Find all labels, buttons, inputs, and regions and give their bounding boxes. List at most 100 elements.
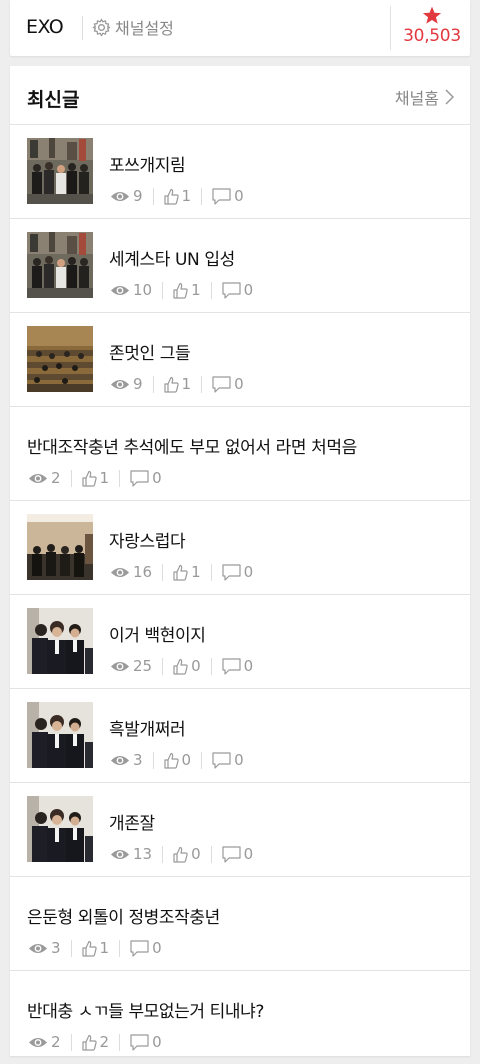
post-stats: 2 1 0	[28, 469, 162, 487]
post-stats: 3 0 0	[110, 751, 244, 769]
post-title[interactable]: 자랑스럽다	[109, 527, 186, 552]
view-count: 16	[110, 563, 152, 581]
view-count: 3	[28, 939, 61, 957]
stat-divider	[201, 187, 203, 205]
comment-count-value: 0	[243, 657, 254, 675]
comment-count-value: 0	[243, 281, 254, 299]
post-title[interactable]: 존멋인 그들	[109, 339, 191, 364]
comment-icon	[222, 563, 241, 581]
post-title[interactable]: 이거 백현이지	[109, 621, 206, 646]
thumbs-up-icon	[163, 188, 179, 205]
comment-count-value: 0	[234, 187, 244, 205]
eye-icon	[111, 755, 129, 765]
view-count-value: 2	[51, 469, 61, 487]
comment-count: 0	[212, 375, 244, 393]
comment-count: 0	[130, 469, 162, 487]
view-count-value: 9	[133, 187, 143, 205]
star-icon	[422, 6, 442, 24]
like-count: 1	[81, 939, 109, 957]
view-count: 3	[110, 751, 143, 769]
like-count-value: 1	[181, 375, 192, 393]
like-count: 0	[173, 657, 201, 675]
stat-divider	[162, 563, 164, 581]
stat-divider	[210, 281, 212, 299]
like-count-value: 1	[191, 563, 201, 581]
view-count: 13	[110, 845, 152, 863]
comment-icon	[130, 939, 149, 957]
post-title[interactable]: 은둔형 외톨이 정병조작충년	[27, 903, 220, 928]
post-title[interactable]: 흑발개쩌러	[109, 715, 186, 740]
post-item[interactable]: 이거 백현이지 25 0 0	[10, 595, 470, 689]
post-item[interactable]: 세계스타 UN 입성 10 1 0	[10, 219, 470, 313]
eye-icon	[111, 661, 129, 671]
post-thumbnail[interactable]	[27, 702, 93, 768]
post-stats: 10 1 0	[110, 281, 253, 299]
post-item[interactable]: 자랑스럽다 16 1 0	[10, 501, 470, 595]
like-count-value: 1	[191, 281, 201, 299]
channel-settings-button[interactable]: 채널설정	[92, 15, 174, 39]
post-thumbnail[interactable]	[27, 514, 93, 580]
post-item[interactable]: 개존잘 13 0 0	[10, 783, 470, 877]
stat-divider	[201, 375, 203, 393]
chevron-right-icon	[445, 89, 454, 105]
channel-home-label: 채널홈	[394, 89, 439, 108]
post-thumbnail[interactable]	[27, 796, 93, 862]
post-item[interactable]: 포쓰개지림 9 1 0	[10, 125, 470, 219]
stat-divider	[152, 751, 154, 769]
channel-name[interactable]: EXO	[26, 16, 64, 38]
post-title[interactable]: 개존잘	[109, 809, 155, 834]
view-count-value: 25	[133, 657, 153, 675]
post-thumbnail[interactable]	[27, 138, 93, 204]
post-item[interactable]: 반대충 ㅅㄲ들 부모없는거 티내냐? 2 2 0	[10, 971, 470, 1064]
post-title[interactable]: 세계스타 UN 입성	[109, 245, 235, 270]
comment-count: 0	[222, 281, 254, 299]
post-thumbnail[interactable]	[27, 232, 93, 298]
post-stats: 2 2 0	[28, 1033, 162, 1051]
like-count: 0	[163, 751, 192, 769]
comment-icon	[222, 657, 241, 675]
stat-divider	[210, 563, 212, 581]
comment-count: 0	[222, 845, 253, 863]
star-count: 30,503	[403, 26, 461, 46]
post-title[interactable]: 반대충 ㅅㄲ들 부모없는거 티내냐?	[27, 997, 264, 1022]
comment-count: 0	[212, 751, 244, 769]
post-stats: 9 1 0	[110, 375, 244, 393]
post-item[interactable]: 반대조작충년 추석에도 부모 없어서 라면 처먹음 2 1 0	[10, 407, 470, 501]
post-item[interactable]: 은둔형 외톨이 정병조작충년 3 1 0	[10, 877, 470, 971]
post-item[interactable]: 흑발개쩌러 3 0 0	[10, 689, 470, 783]
like-count-value: 0	[191, 845, 201, 863]
post-title[interactable]: 반대조작충년 추석에도 부모 없어서 라면 처먹음	[27, 433, 357, 458]
post-title[interactable]: 포쓰개지림	[109, 151, 186, 176]
comment-count-value: 0	[152, 1033, 162, 1051]
post-stats: 25 0 0	[110, 657, 253, 675]
comment-icon	[130, 469, 149, 487]
thumbs-up-icon	[81, 940, 97, 957]
like-count-value: 1	[181, 187, 192, 205]
channel-home-link[interactable]: 채널홈	[395, 85, 454, 109]
star-button[interactable]: 30,503	[394, 6, 470, 52]
post-stats: 13 0 0	[110, 845, 253, 863]
stat-divider	[152, 375, 154, 393]
thumbs-up-icon	[163, 376, 179, 393]
like-count: 1	[173, 563, 201, 581]
view-count-value: 13	[133, 845, 153, 863]
post-item[interactable]: 존멋인 그들 9 1 0	[10, 313, 470, 407]
post-thumbnail[interactable]	[27, 326, 93, 392]
stat-divider	[70, 1033, 72, 1051]
view-count: 9	[110, 187, 143, 205]
stat-divider	[119, 469, 121, 487]
post-stats: 3 1 0	[28, 939, 162, 957]
stat-divider	[119, 1033, 121, 1051]
post-thumbnail[interactable]	[27, 608, 93, 674]
stat-divider	[210, 845, 212, 863]
view-count: 2	[28, 1033, 61, 1051]
like-count-value: 0	[181, 751, 192, 769]
channel-settings-label: 채널설정	[115, 19, 174, 38]
eye-icon	[111, 567, 129, 577]
like-count: 0	[173, 845, 201, 863]
thumbs-up-icon	[81, 470, 97, 487]
like-count: 1	[163, 375, 192, 393]
eye-icon	[29, 943, 47, 953]
like-count: 2	[81, 1033, 109, 1051]
stat-divider	[162, 845, 164, 863]
